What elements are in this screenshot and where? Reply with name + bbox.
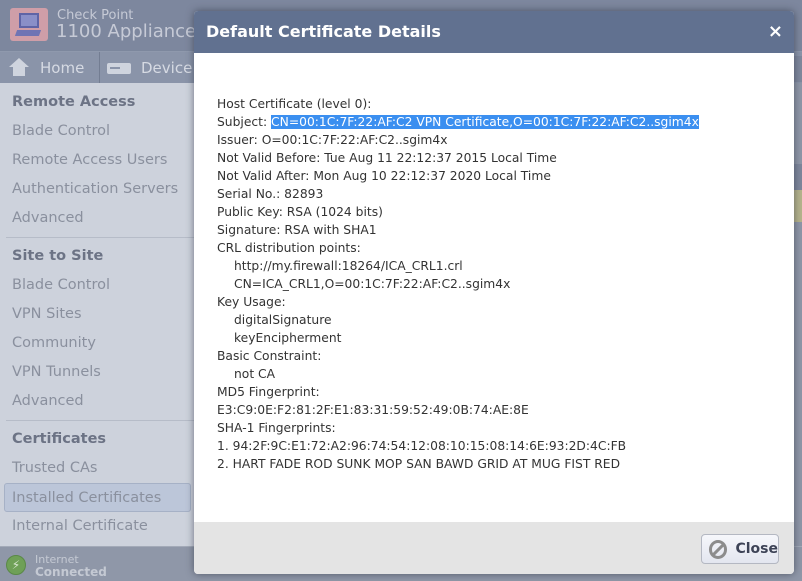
app-logo-icon: [10, 8, 48, 41]
crl-label: CRL distribution points:: [217, 241, 361, 255]
md5-label: MD5 Fingerprint:: [217, 385, 320, 399]
close-icon[interactable]: ×: [768, 23, 783, 41]
device-icon: [107, 62, 131, 74]
not-valid-after-line: Not Valid After: Mon Aug 10 22:12:37 202…: [217, 169, 551, 183]
subject-value-selected[interactable]: CN=00:1C:7F:22:AF:C2 VPN Certificate,O=0…: [271, 115, 699, 129]
sidebar-item-s2s-advanced[interactable]: Advanced: [0, 387, 195, 416]
not-valid-before-line: Not Valid Before: Tue Aug 11 22:12:37 20…: [217, 151, 557, 165]
sidebar-item-remote-access-users[interactable]: Remote Access Users: [0, 146, 195, 175]
brand-model: 1100 Appliance: [56, 21, 197, 42]
sidebar-divider: [6, 237, 195, 238]
public-key-line: Public Key: RSA (1024 bits): [217, 205, 383, 219]
key-usage-label: Key Usage:: [217, 295, 286, 309]
serial-line: Serial No.: 82893: [217, 187, 324, 201]
sidebar-section-site-to-site: Site to Site: [12, 248, 104, 264]
sidebar-item-community[interactable]: Community: [0, 329, 195, 358]
tab-home[interactable]: Home: [0, 52, 100, 84]
sidebar-item-authentication-servers[interactable]: Authentication Servers: [0, 175, 195, 204]
sidebar-section-remote-access: Remote Access: [12, 94, 136, 110]
home-icon: [8, 58, 30, 78]
dialog-footer: Close: [194, 522, 794, 574]
sidebar-item-ra-advanced[interactable]: Advanced: [0, 204, 195, 233]
signature-line: Signature: RSA with SHA1: [217, 223, 377, 237]
subject-label: Subject:: [217, 115, 272, 129]
crl-cn: CN=ICA_CRL1,O=00:1C:7F:22:AF:C2..sgim4x: [234, 277, 511, 291]
close-button[interactable]: Close: [701, 534, 779, 564]
cancel-icon: [709, 539, 728, 559]
lightning-icon: ⚡: [6, 555, 26, 575]
sidebar-item-ra-blade-control[interactable]: Blade Control: [0, 117, 195, 146]
sidebar-item-vpn-tunnels[interactable]: VPN Tunnels: [0, 358, 195, 387]
sidebar-item-vpn-sites[interactable]: VPN Sites: [0, 300, 195, 329]
tab-home-label: Home: [40, 59, 85, 77]
crl-url: http://my.firewall:18264/ICA_CRL1.crl: [234, 259, 463, 273]
certificate-details-dialog: Default Certificate Details × Host Certi…: [194, 11, 794, 574]
sidebar-item-s2s-blade-control[interactable]: Blade Control: [0, 271, 195, 300]
sha1-hex: 1. 94:2F:9C:E1:72:A2:96:74:54:12:08:10:1…: [217, 439, 627, 453]
sha1-label: SHA-1 Fingerprints:: [217, 421, 336, 435]
md5-value: E3:C9:0E:F2:81:2F:E1:83:31:59:52:49:0B:7…: [217, 403, 529, 417]
sha1-words: 2. HART FADE ROD SUNK MOP SAN BAWD GRID …: [217, 457, 621, 471]
host-certificate-line: Host Certificate (level 0):: [217, 97, 372, 111]
key-usage-item: keyEncipherment: [234, 331, 342, 345]
sidebar-item-installed-certificates[interactable]: Installed Certificates: [4, 483, 191, 512]
basic-constraint-label: Basic Constraint:: [217, 349, 322, 363]
internet-status: Connected: [35, 565, 107, 579]
certificate-details-text: Host Certificate (level 0): Subject: CN=…: [217, 95, 777, 473]
sidebar-divider: [6, 420, 195, 421]
issuer-line: Issuer: O=00:1C:7F:22:AF:C2..sgim4x: [217, 133, 448, 147]
dialog-header: Default Certificate Details ×: [194, 11, 794, 53]
sidebar-item-internal-certificate[interactable]: Internal Certificate: [0, 512, 195, 541]
dialog-title: Default Certificate Details: [206, 22, 441, 41]
tab-device-label: Device: [141, 59, 193, 77]
subject-line: Subject: CN=00:1C:7F:22:AF:C2 VPN Certif…: [217, 113, 777, 131]
sidebar: Remote Access Blade Control Remote Acces…: [0, 83, 195, 546]
sidebar-item-trusted-cas[interactable]: Trusted CAs: [0, 454, 195, 483]
close-button-label: Close: [735, 541, 778, 557]
basic-constraint-value: not CA: [234, 367, 276, 381]
sidebar-section-certificates: Certificates: [12, 431, 107, 447]
key-usage-item: digitalSignature: [234, 313, 332, 327]
